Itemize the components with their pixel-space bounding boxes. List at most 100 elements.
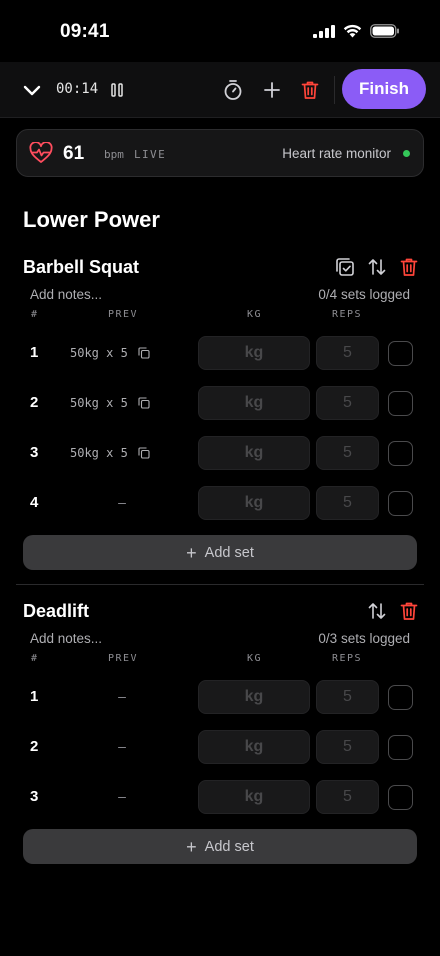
sets-logged-count: 0/3 sets logged xyxy=(318,631,410,646)
copy-icon xyxy=(138,347,150,359)
delete-exercise-button[interactable] xyxy=(397,599,421,623)
delete-exercise-button[interactable] xyxy=(397,255,421,279)
set-complete-checkbox[interactable] xyxy=(388,391,413,416)
reps-input[interactable] xyxy=(316,436,379,470)
weight-input[interactable] xyxy=(198,386,310,420)
heart-rate-card[interactable]: 61 bpm LIVE Heart rate monitor xyxy=(16,129,424,177)
previous-set-value: – xyxy=(118,738,126,754)
finish-button[interactable]: Finish xyxy=(342,69,426,109)
previous-set-value: – xyxy=(118,688,126,704)
connection-status-dot xyxy=(403,150,410,157)
set-row: 2 50kg x 5 xyxy=(0,386,440,422)
pause-icon xyxy=(111,83,123,97)
add-set-button[interactable]: + Add set xyxy=(23,535,417,570)
column-header-reps: REPS xyxy=(332,653,363,664)
set-complete-checkbox[interactable] xyxy=(388,785,413,810)
reps-input[interactable] xyxy=(316,336,379,370)
superset-button[interactable] xyxy=(333,255,357,279)
set-complete-checkbox[interactable] xyxy=(388,341,413,366)
reorder-icon xyxy=(368,603,386,619)
set-complete-checkbox[interactable] xyxy=(388,735,413,760)
add-set-label: Add set xyxy=(204,544,254,561)
set-complete-checkbox[interactable] xyxy=(388,441,413,466)
status-time: 09:41 xyxy=(60,21,110,42)
copy-check-icon xyxy=(336,258,354,276)
previous-set[interactable]: 50kg x 5 xyxy=(70,396,170,410)
collapse-button[interactable] xyxy=(20,78,44,102)
heart-rate-monitor-label: Heart rate monitor xyxy=(282,146,391,161)
pause-button[interactable] xyxy=(106,78,128,102)
set-number: 2 xyxy=(30,394,39,411)
live-badge: LIVE xyxy=(134,148,167,161)
trash-icon xyxy=(400,602,418,620)
weight-input[interactable] xyxy=(198,486,310,520)
add-notes-field[interactable]: Add notes... xyxy=(30,287,102,302)
plus-icon xyxy=(264,82,280,98)
reorder-button[interactable] xyxy=(365,255,389,279)
set-number: 1 xyxy=(30,344,39,361)
set-row: 4 – xyxy=(0,486,440,522)
trash-icon xyxy=(400,258,418,276)
previous-set[interactable]: 50kg x 5 xyxy=(70,346,170,360)
trash-icon xyxy=(301,81,319,99)
weight-input[interactable] xyxy=(198,730,310,764)
set-number: 1 xyxy=(30,688,39,705)
previous-set-value: 50kg x 5 xyxy=(70,346,128,360)
discard-workout-button[interactable] xyxy=(297,77,323,103)
reorder-icon xyxy=(368,259,386,275)
exercise-divider xyxy=(16,584,424,585)
set-row: 1 – xyxy=(0,680,440,716)
previous-set-value: 50kg x 5 xyxy=(70,396,128,410)
sets-logged-count: 0/4 sets logged xyxy=(318,287,410,302)
copy-icon xyxy=(138,397,150,409)
previous-set-value: 50kg x 5 xyxy=(70,446,128,460)
reps-input[interactable] xyxy=(316,730,379,764)
column-header-kg: KG xyxy=(247,309,263,320)
set-row: 3 – xyxy=(0,780,440,816)
add-exercise-button[interactable] xyxy=(259,77,285,103)
plus-icon: + xyxy=(186,836,197,857)
weight-input[interactable] xyxy=(198,336,310,370)
column-header-set: # xyxy=(31,653,39,664)
weight-input[interactable] xyxy=(198,680,310,714)
previous-set[interactable]: 50kg x 5 xyxy=(70,446,170,460)
copy-icon xyxy=(138,447,150,459)
weight-input[interactable] xyxy=(198,780,310,814)
reps-input[interactable] xyxy=(316,680,379,714)
workout-title[interactable]: Lower Power xyxy=(23,207,160,233)
rest-timer-button[interactable] xyxy=(220,77,246,103)
add-notes-field[interactable]: Add notes... xyxy=(30,631,102,646)
column-header-prev: PREV xyxy=(108,653,139,664)
column-header-kg: KG xyxy=(247,653,263,664)
status-bar: 09:41 xyxy=(0,0,440,62)
set-number: 3 xyxy=(30,788,39,805)
reps-input[interactable] xyxy=(316,386,379,420)
exercise-name[interactable]: Deadlift xyxy=(23,601,89,622)
add-set-button[interactable]: + Add set xyxy=(23,829,417,864)
status-icons xyxy=(313,24,400,38)
reorder-button[interactable] xyxy=(365,599,389,623)
set-number: 2 xyxy=(30,738,39,755)
elapsed-timer: 00:14 xyxy=(56,81,99,97)
set-row: 2 – xyxy=(0,730,440,766)
reps-input[interactable] xyxy=(316,780,379,814)
set-row: 1 50kg x 5 xyxy=(0,336,440,372)
set-complete-checkbox[interactable] xyxy=(388,685,413,710)
column-header-reps: REPS xyxy=(332,309,363,320)
set-complete-checkbox[interactable] xyxy=(388,491,413,516)
workout-toolbar: 00:14 Finish xyxy=(0,62,440,118)
column-header-prev: PREV xyxy=(108,309,139,320)
plus-icon: + xyxy=(186,542,197,563)
cellular-signal-icon xyxy=(313,24,335,38)
reps-input[interactable] xyxy=(316,486,379,520)
add-set-label: Add set xyxy=(204,838,254,855)
stopwatch-icon xyxy=(224,80,242,100)
exercise-name[interactable]: Barbell Squat xyxy=(23,257,139,278)
heart-rate-unit: bpm xyxy=(104,148,124,161)
weight-input[interactable] xyxy=(198,436,310,470)
set-number: 3 xyxy=(30,444,39,461)
column-header-set: # xyxy=(31,309,39,320)
heart-rate-value: 61 xyxy=(63,143,85,164)
set-number: 4 xyxy=(30,494,39,511)
previous-set-value: – xyxy=(118,788,126,804)
